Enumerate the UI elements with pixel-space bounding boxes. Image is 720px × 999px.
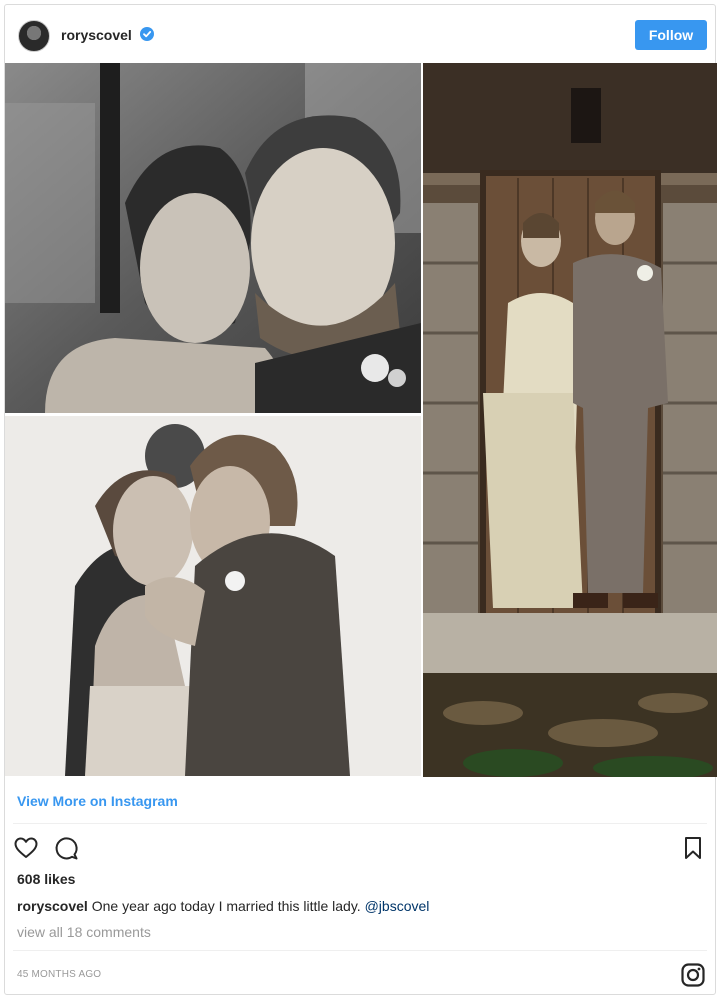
photo-couple-kiss[interactable] [5,416,421,776]
profile-avatar[interactable] [18,20,50,52]
caption-text: One year ago today I married this little… [87,898,365,914]
caption-username[interactable]: roryscovel [17,898,88,914]
bookmark-icon[interactable] [682,835,704,861]
likes-count[interactable]: 608 likes [17,871,75,887]
username-link[interactable]: roryscovel [61,27,132,43]
post-timestamp: 45 MONTHS AGO [17,969,102,980]
divider [13,950,707,951]
view-more-on-instagram-link[interactable]: View More on Instagram [17,793,178,809]
instagram-logo-icon[interactable] [680,962,706,988]
instagram-embed-card: roryscovel Follow View More on Instagram… [4,4,717,995]
view-all-comments-link[interactable]: view all 18 comments [17,924,151,940]
post-caption: roryscovel One year ago today I married … [17,898,429,914]
verified-badge-icon [140,27,154,41]
post-header: roryscovel Follow [5,5,715,65]
follow-button[interactable]: Follow [635,20,707,50]
photo-couple-selfie[interactable] [5,63,421,413]
heart-icon[interactable] [13,835,39,861]
photo-couple-standing[interactable] [423,63,717,777]
comment-icon[interactable] [53,835,79,861]
divider [13,823,707,824]
caption-mention[interactable]: @jbscovel [365,898,430,914]
